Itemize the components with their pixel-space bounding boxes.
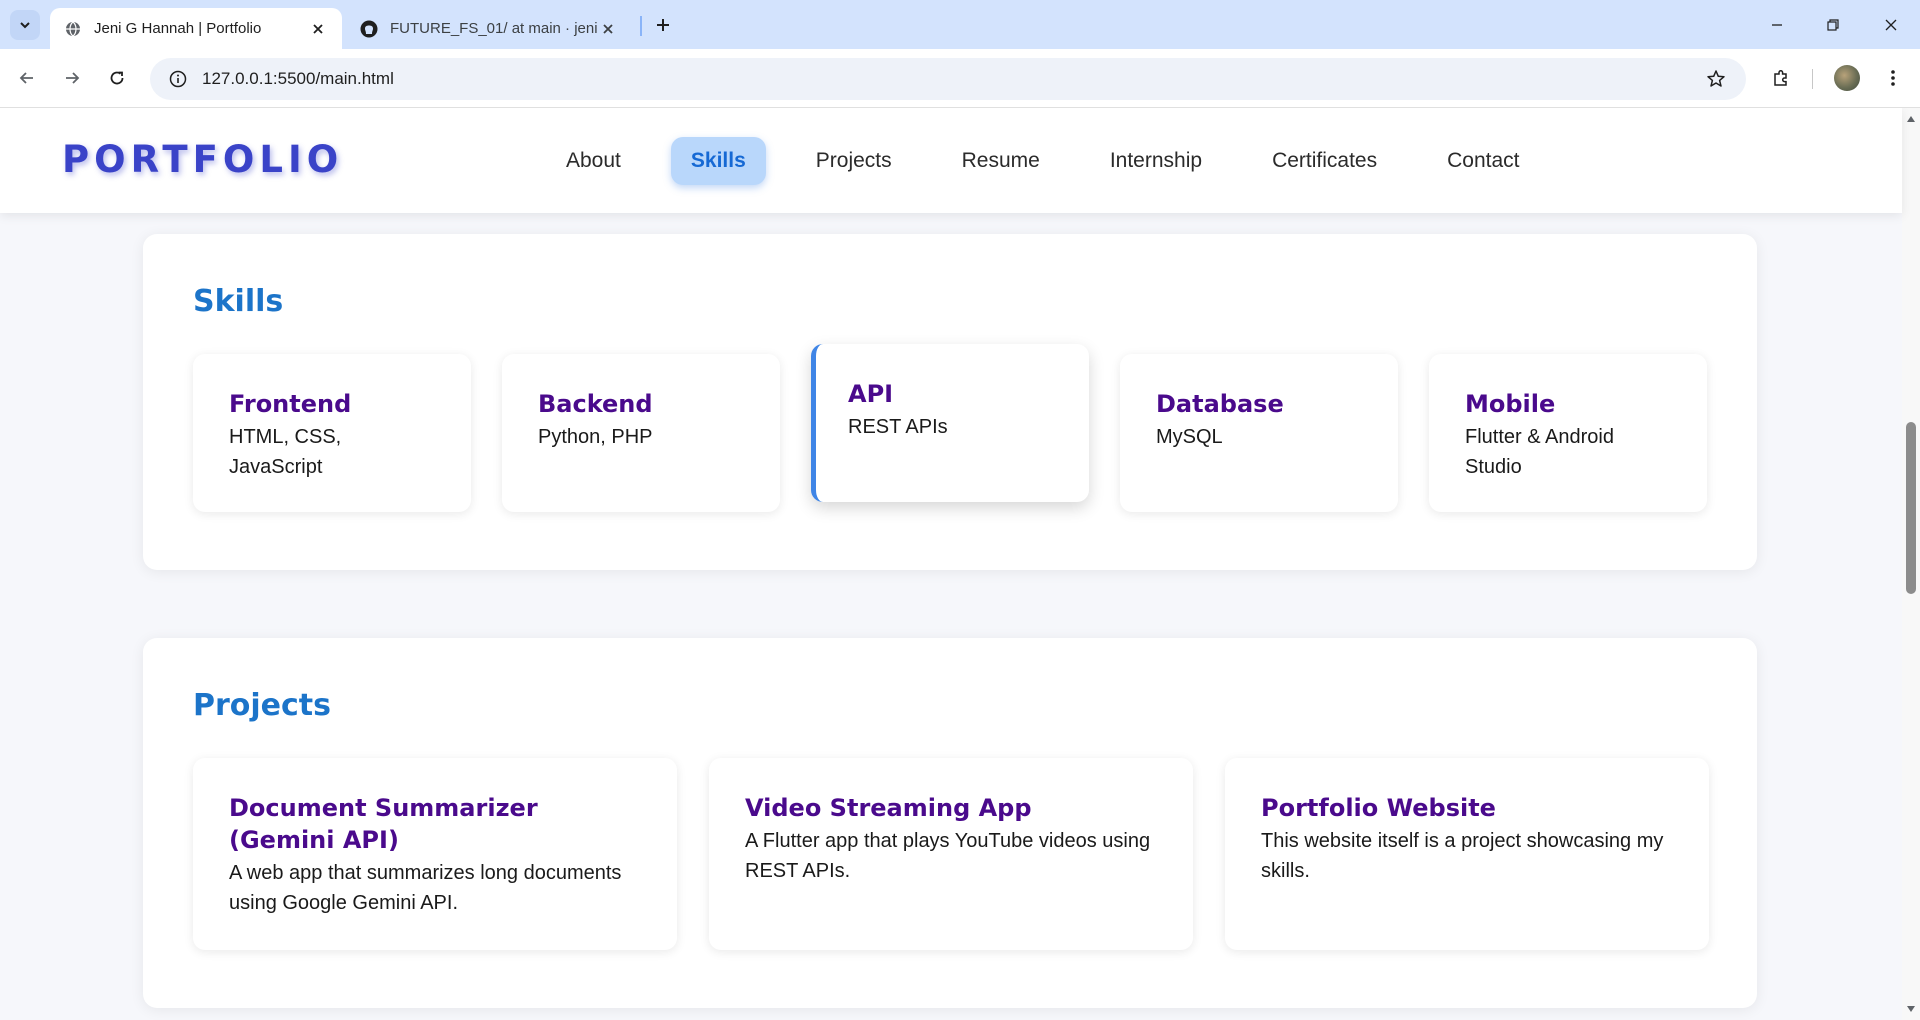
new-tab-button[interactable] [652,12,674,38]
scrollbar-thumb[interactable] [1906,422,1916,594]
reload-button[interactable] [102,63,132,93]
address-bar[interactable]: 127.0.0.1:5500/main.html [150,58,1746,100]
skills-heading: Skills [193,284,284,319]
skill-title: Backend [538,390,653,418]
minimize-button[interactable] [1762,10,1792,40]
skill-text: MySQL [1156,426,1223,448]
puzzle-icon [1774,69,1787,86]
project-text: A web app that summarizes long documents… [229,862,622,914]
profile-avatar[interactable] [1834,65,1860,91]
skill-card-api: API REST APIs [811,344,1089,502]
nav-internship[interactable]: Internship [1090,137,1222,185]
project-card-document-summarizer: Document Summarizer (Gemini API) A web a… [193,758,677,950]
tab-portfolio[interactable]: Jeni G Hannah | Portfolio [50,8,342,49]
tab-github[interactable]: FUTURE_FS_01/ at main · jeni-g [346,8,632,49]
tab-search-button[interactable] [10,10,40,40]
projects-section: Projects Document Summarizer (Gemini API… [143,638,1757,1008]
site-info-icon[interactable] [158,59,198,99]
skills-section: Skills Frontend HTML, CSS, JavaScript Ba… [143,234,1757,570]
scroll-down-arrow-icon[interactable] [1904,1002,1918,1016]
skill-text: HTML, CSS, JavaScript [229,426,342,478]
project-card-video-streaming: Video Streaming App A Flutter app that p… [709,758,1193,950]
scroll-up-arrow-icon[interactable] [1904,112,1918,126]
skill-text: REST APIs [848,416,948,438]
tab-title: Jeni G Hannah | Portfolio [94,20,262,37]
tab-title: FUTURE_FS_01/ at main · jeni-g [390,20,598,37]
arrow-right-icon [66,72,80,84]
toolbar-separator [1812,69,1813,89]
skill-card-database: Database MySQL [1120,354,1398,512]
projects-heading: Projects [193,688,332,723]
project-text: A Flutter app that plays YouTube videos … [745,830,1151,882]
nav-contact[interactable]: Contact [1427,137,1539,185]
restore-icon [1827,19,1839,31]
nav-certificates[interactable]: Certificates [1252,137,1397,185]
project-title: Video Streaming App [745,794,1032,822]
extensions-button[interactable] [1766,63,1796,93]
skill-title: API [848,380,894,408]
close-icon[interactable] [598,19,618,39]
plus-icon [657,19,669,31]
skill-card-backend: Backend Python, PHP [502,354,780,512]
project-text: This website itself is a project showcas… [1261,830,1664,882]
site-nav-links: About Skills Projects Resume Internship … [546,137,1569,185]
skill-card-mobile: Mobile Flutter & Android Studio [1429,354,1707,512]
site-logo[interactable]: PORTFOLIO [62,138,343,181]
browser-menu-button[interactable] [1880,63,1906,93]
back-button[interactable] [12,63,42,93]
skill-title: Mobile [1465,390,1556,418]
globe-icon [64,20,82,38]
browser-toolbar: 127.0.0.1:5500/main.html [0,49,1920,108]
url-text: 127.0.0.1:5500/main.html [202,69,394,88]
skill-text: Python, PHP [538,426,653,448]
bookmark-star-icon[interactable] [1704,67,1728,91]
skill-title: Database [1156,390,1284,418]
browser-tab-bar: Jeni G Hannah | Portfolio FUTURE_FS_01/ … [0,0,1920,49]
tab-separator [640,16,642,36]
skill-text: Flutter & Android Studio [1465,426,1614,478]
nav-projects[interactable]: Projects [796,137,912,185]
skill-title: Frontend [229,390,352,418]
close-icon [1885,19,1897,31]
window-close-button[interactable] [1876,10,1906,40]
minimize-icon [1772,24,1782,26]
github-icon [360,20,378,38]
restore-button[interactable] [1818,10,1848,40]
project-title: Document Summarizer (Gemini API) [229,794,538,854]
nav-resume[interactable]: Resume [942,137,1060,185]
forward-button[interactable] [57,63,87,93]
project-card-portfolio-website: Portfolio Website This website itself is… [1225,758,1709,950]
project-title: Portfolio Website [1261,794,1496,822]
reload-icon [110,71,124,85]
arrow-left-icon [19,72,33,84]
nav-about[interactable]: About [546,137,641,185]
close-icon[interactable] [308,19,328,39]
nav-skills[interactable]: Skills [670,137,766,185]
page-viewport: PORTFOLIO About Skills Projects Resume I… [0,108,1920,1020]
site-header: PORTFOLIO About Skills Projects Resume I… [0,108,1902,213]
more-vertical-icon [1891,70,1895,86]
chevron-down-icon [20,22,30,29]
skill-card-frontend: Frontend HTML, CSS, JavaScript [193,354,471,512]
